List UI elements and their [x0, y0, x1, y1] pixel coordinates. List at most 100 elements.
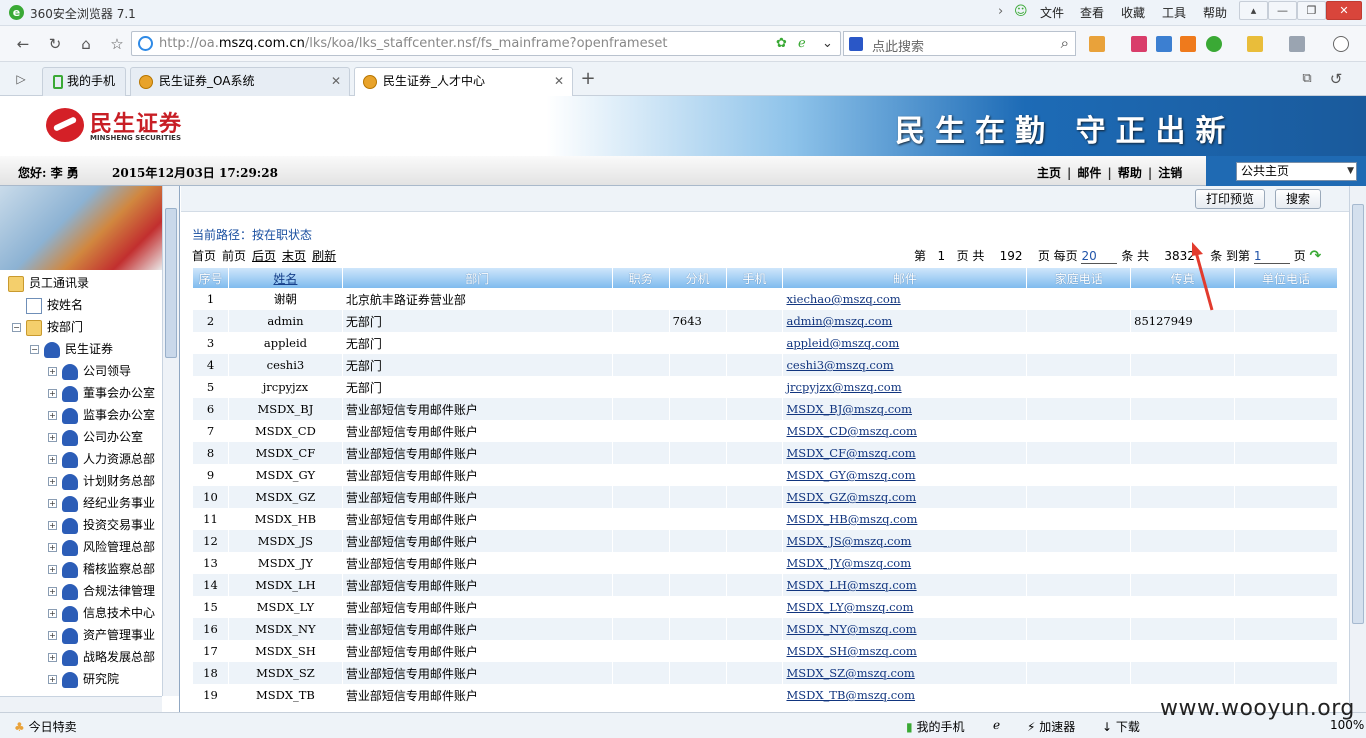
- browser-menu-icon[interactable]: [1333, 36, 1349, 52]
- expand-icon[interactable]: +: [48, 675, 57, 684]
- email-link[interactable]: MSDX_CD@mszq.com: [786, 424, 916, 438]
- link-logout[interactable]: 注销: [1158, 166, 1182, 180]
- table-row[interactable]: 8 MSDX_CF 营业部短信专用邮件账户 MSDX_CF@mszq.com: [192, 442, 1338, 464]
- expand-icon[interactable]: +: [48, 653, 57, 662]
- table-row[interactable]: 5 jrcpyjzx 无部门 jrcpyjzx@mszq.com: [192, 376, 1338, 398]
- expand-icon[interactable]: +: [48, 565, 57, 574]
- tree-company[interactable]: − 民生证券: [30, 338, 113, 360]
- tree-dept-item[interactable]: + 公司领导: [48, 360, 131, 382]
- money-icon[interactable]: [1206, 36, 1222, 52]
- menu-view[interactable]: 查看: [1080, 4, 1104, 21]
- expand-icon[interactable]: +: [48, 543, 57, 552]
- email-link[interactable]: appleid@mszq.com: [786, 336, 899, 350]
- menu-favorites[interactable]: 收藏: [1121, 4, 1145, 21]
- table-row[interactable]: 11 MSDX_HB 营业部短信专用邮件账户 MSDX_HB@mszq.com: [192, 508, 1338, 530]
- address-bar[interactable]: http://oa.mszq.com.cn/lks/koa/lks_staffc…: [131, 31, 841, 56]
- tree-dept-item[interactable]: + 监事会办公室: [48, 404, 155, 426]
- email-link[interactable]: MSDX_BJ@mszq.com: [786, 402, 912, 416]
- url-text[interactable]: http://oa.mszq.com.cn/lks/koa/lks_staffc…: [159, 36, 667, 51]
- expand-icon[interactable]: +: [48, 411, 57, 420]
- pin-button[interactable]: ▴: [1239, 1, 1268, 20]
- email-link[interactable]: MSDX_JY@mszq.com: [786, 556, 911, 570]
- table-row[interactable]: 2 admin 无部门 7643 admin@mszq.com 85127949: [192, 310, 1338, 332]
- last-page-link[interactable]: 末页: [282, 249, 306, 263]
- calendar-icon[interactable]: [1156, 36, 1172, 52]
- coupon-icon[interactable]: [1247, 36, 1263, 52]
- prev-page-link[interactable]: 前页: [222, 249, 246, 263]
- close-button[interactable]: ✕: [1326, 1, 1362, 20]
- close-tab-icon[interactable]: ✕: [554, 68, 564, 95]
- search-box[interactable]: 点此搜索 ⌕: [843, 31, 1076, 56]
- sidebar-toggle-icon[interactable]: ▷: [10, 68, 32, 90]
- expand-icon[interactable]: +: [48, 587, 57, 596]
- email-link[interactable]: MSDX_GZ@mszq.com: [786, 490, 916, 504]
- search-button[interactable]: 搜索: [1275, 189, 1321, 209]
- new-tab-button[interactable]: +: [577, 68, 599, 90]
- email-link[interactable]: MSDX_TB@mszq.com: [786, 688, 915, 702]
- print-preview-button[interactable]: 打印预览: [1195, 189, 1265, 209]
- link-mail[interactable]: 邮件: [1077, 166, 1101, 180]
- game-icon[interactable]: [1289, 36, 1305, 52]
- scroll-thumb[interactable]: [165, 208, 177, 358]
- tree-dept-item[interactable]: + 合规法律管理: [48, 580, 155, 602]
- tree-root[interactable]: 员工通讯录: [8, 272, 89, 294]
- table-row[interactable]: 12 MSDX_JS 营业部短信专用邮件账户 MSDX_JS@mszq.com: [192, 530, 1338, 552]
- menu-help[interactable]: 帮助: [1203, 4, 1227, 21]
- expand-icon[interactable]: +: [48, 455, 57, 464]
- collapse-icon[interactable]: −: [30, 345, 39, 354]
- email-link[interactable]: ceshi3@mszq.com: [786, 358, 893, 372]
- tree-by-dept[interactable]: − 按部门: [12, 316, 83, 338]
- plane-icon[interactable]: [1180, 36, 1196, 52]
- email-link[interactable]: MSDX_HB@mszq.com: [786, 512, 917, 526]
- sidebar-hscrollbar[interactable]: [0, 696, 162, 712]
- tree-dept-item[interactable]: + 信息技术中心: [48, 602, 155, 624]
- expand-icon[interactable]: +: [48, 631, 57, 640]
- link-home[interactable]: 主页: [1037, 166, 1061, 180]
- portal-select[interactable]: 公共主页: [1236, 162, 1357, 181]
- expand-icon[interactable]: +: [48, 433, 57, 442]
- expand-icon[interactable]: +: [48, 389, 57, 398]
- menu-file[interactable]: 文件: [1040, 4, 1064, 21]
- tree-dept-item[interactable]: + 战略发展总部: [48, 646, 155, 668]
- home-icon[interactable]: ⌂: [75, 33, 97, 55]
- table-row[interactable]: 1 谢朝 北京航丰路证券营业部 xiechao@mszq.com: [192, 288, 1338, 310]
- tab-talent-center[interactable]: 民生证券_人才中心 ✕: [354, 67, 573, 97]
- refresh-link[interactable]: 刷新: [312, 249, 336, 263]
- table-row[interactable]: 14 MSDX_LH 营业部短信专用邮件账户 MSDX_LH@mszq.com: [192, 574, 1338, 596]
- email-link[interactable]: MSDX_SZ@mszq.com: [786, 666, 914, 680]
- refresh-icon[interactable]: ↻: [44, 33, 66, 55]
- undo-close-icon[interactable]: ↺: [1325, 68, 1347, 90]
- email-link[interactable]: MSDX_GY@mszq.com: [786, 468, 915, 482]
- user-icon[interactable]: ☺: [1014, 4, 1028, 19]
- table-row[interactable]: 9 MSDX_GY 营业部短信专用邮件账户 MSDX_GY@mszq.com: [192, 464, 1338, 486]
- tree-dept-item[interactable]: + 风险管理总部: [48, 536, 155, 558]
- status-phone[interactable]: ▮ 我的手机: [906, 718, 964, 735]
- status-ie-icon[interactable]: ℯ: [993, 718, 1000, 732]
- ie-mode-icon[interactable]: ℯ: [798, 36, 806, 51]
- tree-dept-item[interactable]: + 董事会办公室: [48, 382, 155, 404]
- minimize-button[interactable]: —: [1268, 1, 1297, 20]
- email-link[interactable]: MSDX_SH@mszq.com: [786, 644, 916, 658]
- maximize-button[interactable]: ❐: [1297, 1, 1326, 20]
- email-link[interactable]: MSDX_CF@mszq.com: [786, 446, 915, 460]
- table-row[interactable]: 3 appleid 无部门 appleid@mszq.com: [192, 332, 1338, 354]
- chevron-down-icon[interactable]: ⌄: [822, 36, 833, 51]
- table-row[interactable]: 6 MSDX_BJ 营业部短信专用邮件账户 MSDX_BJ@mszq.com: [192, 398, 1338, 420]
- table-row[interactable]: 15 MSDX_LY 营业部短信专用邮件账户 MSDX_LY@mszq.com: [192, 596, 1338, 618]
- email-link[interactable]: jrcpyjzx@mszq.com: [786, 380, 901, 394]
- table-row[interactable]: 17 MSDX_SH 营业部短信专用邮件账户 MSDX_SH@mszq.com: [192, 640, 1338, 662]
- status-accelerator[interactable]: ⚡ 加速器: [1027, 718, 1075, 735]
- speed-icon[interactable]: ✿: [776, 36, 787, 51]
- expand-icon[interactable]: +: [48, 477, 57, 486]
- link-help[interactable]: 帮助: [1118, 166, 1142, 180]
- tree-dept-item[interactable]: + 资产管理事业: [48, 624, 155, 646]
- close-tab-icon[interactable]: ✕: [331, 68, 341, 95]
- apps-icon[interactable]: [1089, 36, 1105, 52]
- email-link[interactable]: xiechao@mszq.com: [786, 292, 900, 306]
- next-page-link[interactable]: 后页: [252, 249, 276, 263]
- tab-my-phone[interactable]: 我的手机: [42, 67, 126, 96]
- email-link[interactable]: MSDX_NY@mszq.com: [786, 622, 916, 636]
- table-row[interactable]: 18 MSDX_SZ 营业部短信专用邮件账户 MSDX_SZ@mszq.com: [192, 662, 1338, 684]
- expand-icon[interactable]: +: [48, 499, 57, 508]
- tab-oa-system[interactable]: 民生证券_OA系统 ✕: [130, 67, 350, 96]
